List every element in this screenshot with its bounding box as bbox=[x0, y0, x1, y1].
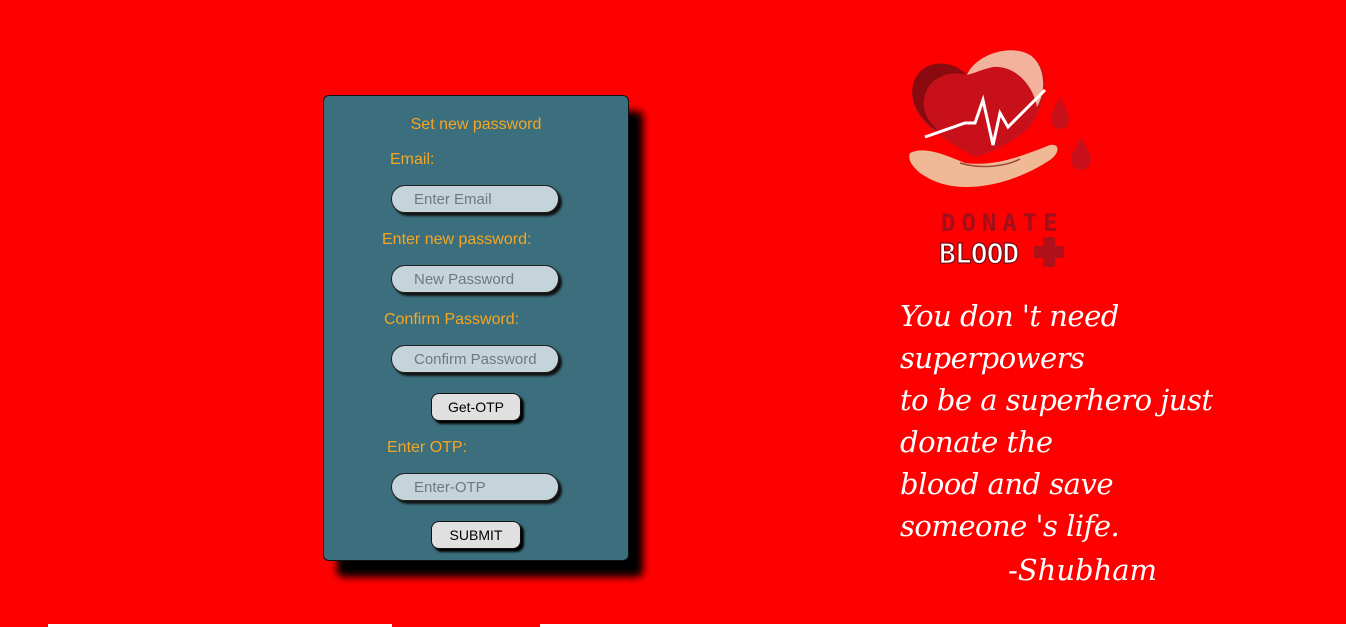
get-otp-button[interactable]: Get-OTP bbox=[431, 393, 521, 421]
quote-line: superpowers bbox=[900, 341, 1085, 375]
page: Set new password Email: Enter new passwo… bbox=[0, 0, 1346, 627]
reset-password-form: Set new password Email: Enter new passwo… bbox=[323, 95, 629, 561]
new-password-field[interactable] bbox=[391, 265, 559, 293]
logo-text-blood: BLOOD bbox=[939, 237, 1018, 270]
quote-line: blood and save bbox=[900, 467, 1114, 501]
new-password-label: Enter new password: bbox=[382, 231, 532, 248]
form-title: Set new password bbox=[410, 116, 542, 133]
quote-line: You don 't need bbox=[900, 299, 1119, 333]
quote-line: donate the bbox=[900, 425, 1053, 459]
submit-button[interactable]: SUBMIT bbox=[431, 521, 521, 549]
quote-author: -Shubham bbox=[1008, 553, 1158, 587]
heart-in-hand-icon: DONATE BLOOD bbox=[909, 50, 1091, 271]
email-label: Email: bbox=[390, 151, 435, 168]
confirm-password-field[interactable] bbox=[391, 345, 559, 373]
quote-line: to be a superhero just bbox=[900, 383, 1213, 417]
donate-blood-logo: DONATE BLOOD bbox=[905, 45, 1100, 275]
quote-line: someone 's life. bbox=[900, 509, 1120, 543]
otp-field[interactable] bbox=[391, 473, 559, 501]
otp-label: Enter OTP: bbox=[387, 439, 468, 456]
confirm-password-label: Confirm Password: bbox=[384, 311, 520, 328]
logo-text-donate: DONATE bbox=[941, 209, 1064, 237]
quote-text: You don 't need superpowers to be a supe… bbox=[900, 295, 1213, 547]
email-field[interactable] bbox=[391, 185, 559, 213]
